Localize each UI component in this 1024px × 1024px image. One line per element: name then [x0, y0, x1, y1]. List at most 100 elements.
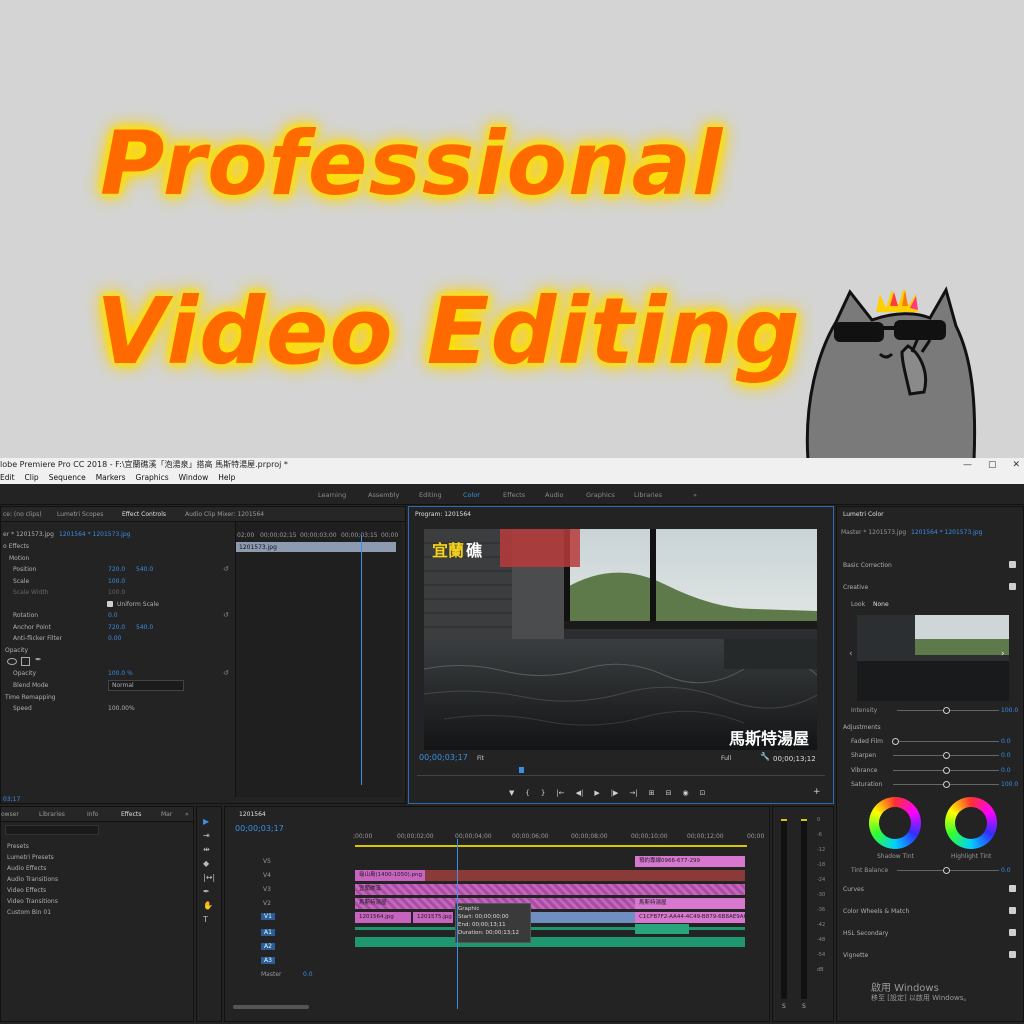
- tab-markers[interactable]: Mar: [161, 811, 172, 818]
- scale-value[interactable]: 100.0: [108, 578, 125, 585]
- go-to-in-button[interactable]: |←: [556, 789, 564, 797]
- track-a3-label[interactable]: A3: [261, 957, 275, 964]
- reset-icon[interactable]: ↺: [223, 611, 229, 619]
- ec-playhead[interactable]: [361, 535, 362, 785]
- tabs-overflow-button[interactable]: »: [185, 811, 189, 818]
- lumetri-sequence-clip[interactable]: 1201564 * 1201573.jpg: [911, 529, 982, 536]
- program-scrub-bar[interactable]: [417, 769, 825, 776]
- clip-1201575[interactable]: 1201575.jpg: [413, 912, 453, 923]
- selection-tool-icon[interactable]: ▶: [203, 817, 215, 826]
- mark-in-button[interactable]: {: [525, 789, 529, 797]
- track-select-tool-icon[interactable]: ⇥: [203, 831, 215, 840]
- position-x-value[interactable]: 720.0: [108, 566, 125, 573]
- vignette-section[interactable]: Vignette: [843, 952, 868, 959]
- workspace-color[interactable]: Color: [463, 491, 480, 499]
- saturation-knob[interactable]: [943, 781, 950, 788]
- timeline-horizontal-scrollbar[interactable]: [233, 1005, 309, 1009]
- step-back-button[interactable]: ◀|: [576, 789, 584, 797]
- timeline-timecode[interactable]: 00;00;03;17: [235, 824, 284, 833]
- resolution-dropdown[interactable]: Full: [721, 755, 731, 762]
- track-v2-label[interactable]: V2: [263, 900, 271, 907]
- add-button[interactable]: +: [813, 787, 821, 797]
- track-v5-label[interactable]: V5: [263, 858, 271, 865]
- vibrance-knob[interactable]: [943, 767, 950, 774]
- comparison-view-button[interactable]: ⊡: [700, 789, 706, 797]
- effects-search-input[interactable]: [5, 825, 99, 835]
- sharpen-knob[interactable]: [943, 752, 950, 759]
- fit-dropdown[interactable]: Fit: [477, 755, 484, 762]
- play-button[interactable]: ▶: [594, 789, 599, 797]
- go-to-out-button[interactable]: →|: [629, 789, 637, 797]
- program-playhead[interactable]: [519, 767, 524, 773]
- export-frame-icon[interactable]: ◉: [682, 789, 688, 797]
- work-area-bar[interactable]: [355, 845, 747, 847]
- effects-folder-presets[interactable]: Presets: [7, 843, 29, 850]
- intensity-value[interactable]: 100.0: [1001, 707, 1018, 714]
- tab-libraries[interactable]: Libraries: [39, 811, 65, 818]
- program-video-frame[interactable]: 宜蘭 礁 馬斯特湯屋: [424, 529, 817, 750]
- adjustments-section[interactable]: Adjustments: [843, 724, 881, 731]
- sharpen-value[interactable]: 0.0: [1001, 752, 1011, 759]
- program-timecode[interactable]: 00;00;03;17: [419, 753, 468, 762]
- pen-mask-icon[interactable]: ✒: [35, 655, 42, 664]
- workspace-more-button[interactable]: »: [693, 491, 697, 499]
- maximize-button[interactable]: ▢: [988, 458, 997, 472]
- faded-film-slider[interactable]: [893, 741, 999, 742]
- anti-flicker-value[interactable]: 0.00: [108, 635, 121, 642]
- position-y-value[interactable]: 540.0: [136, 566, 153, 573]
- uniform-scale-checkbox[interactable]: [107, 601, 113, 607]
- program-monitor-tab[interactable]: Program: 1201564: [415, 511, 471, 518]
- rectangle-mask-icon[interactable]: [21, 657, 30, 666]
- basic-correction-checkbox[interactable]: [1009, 561, 1016, 568]
- effect-controls-timeline[interactable]: [235, 522, 402, 797]
- clip-c1cfb7f2[interactable]: C1CFB7F2-AA44-4C49-B879-6B8AE9A6A6: [635, 912, 745, 923]
- saturation-value[interactable]: 100.0: [1001, 781, 1018, 788]
- previous-look-icon[interactable]: ‹: [849, 649, 853, 659]
- menu-clip[interactable]: Clip: [25, 472, 39, 484]
- add-marker-button[interactable]: ▼: [509, 789, 514, 797]
- sequence-clip-label[interactable]: 1201564 * 1201573.jpg: [59, 531, 130, 538]
- track-v4-label[interactable]: V4: [263, 872, 271, 879]
- basic-correction-section[interactable]: Basic Correction: [843, 562, 892, 569]
- track-a1-label[interactable]: A1: [261, 929, 275, 936]
- tab-info[interactable]: Info: [87, 811, 98, 818]
- tint-balance-value[interactable]: 0.0: [1001, 867, 1011, 874]
- look-dropdown[interactable]: None: [873, 601, 889, 608]
- wrench-icon[interactable]: 🔧: [760, 752, 770, 761]
- reset-icon[interactable]: ↺: [223, 565, 229, 573]
- menu-sequence[interactable]: Sequence: [49, 472, 86, 484]
- solo-left-button[interactable]: S: [782, 1003, 786, 1010]
- intensity-slider-knob[interactable]: [943, 707, 950, 714]
- track-a2-label[interactable]: A2: [261, 943, 275, 950]
- clip-hotspring-title-2[interactable]: 馬斯特湯屋: [635, 898, 745, 909]
- ripple-edit-tool-icon[interactable]: ⇹: [203, 845, 215, 854]
- tab-source[interactable]: ce: (no clips): [3, 511, 42, 518]
- audio-clip-a2[interactable]: [355, 937, 745, 947]
- type-tool-icon[interactable]: T: [203, 915, 215, 924]
- creative-section[interactable]: Creative: [843, 584, 868, 591]
- solo-right-button[interactable]: S: [802, 1003, 806, 1010]
- effects-folder-audio-transitions[interactable]: Audio Transitions: [7, 876, 58, 883]
- extract-button[interactable]: ⊟: [666, 789, 672, 797]
- track-v1-label[interactable]: V1: [261, 913, 275, 920]
- slip-tool-icon[interactable]: |↔|: [203, 873, 215, 882]
- workspace-audio[interactable]: Audio: [545, 491, 563, 499]
- menu-window[interactable]: Window: [179, 472, 209, 484]
- vignette-checkbox[interactable]: [1009, 951, 1016, 958]
- razor-tool-icon[interactable]: ◆: [203, 859, 215, 868]
- timeline-sequence-tab[interactable]: 1201564: [239, 811, 266, 818]
- faded-film-value[interactable]: 0.0: [1001, 738, 1011, 745]
- workspace-editing[interactable]: Editing: [419, 491, 442, 499]
- curves-section[interactable]: Curves: [843, 886, 864, 893]
- clip-phone-number[interactable]: 預約專線0966-677-299: [635, 856, 745, 867]
- anchor-x-value[interactable]: 720.0: [108, 624, 125, 631]
- clip-1201564[interactable]: 1201564.jpg: [355, 912, 411, 923]
- menu-graphics[interactable]: Graphics: [136, 472, 169, 484]
- lumetri-color-tab[interactable]: Lumetri Color: [843, 511, 884, 518]
- lift-button[interactable]: ⊞: [649, 789, 655, 797]
- hsl-secondary-section[interactable]: HSL Secondary: [843, 930, 888, 937]
- rotation-value[interactable]: 0.0: [108, 612, 118, 619]
- menu-help[interactable]: Help: [218, 472, 235, 484]
- clip-yilan-jiaoxi[interactable]: 宜蘭礁溪: [355, 884, 745, 895]
- workspace-effects[interactable]: Effects: [503, 491, 525, 499]
